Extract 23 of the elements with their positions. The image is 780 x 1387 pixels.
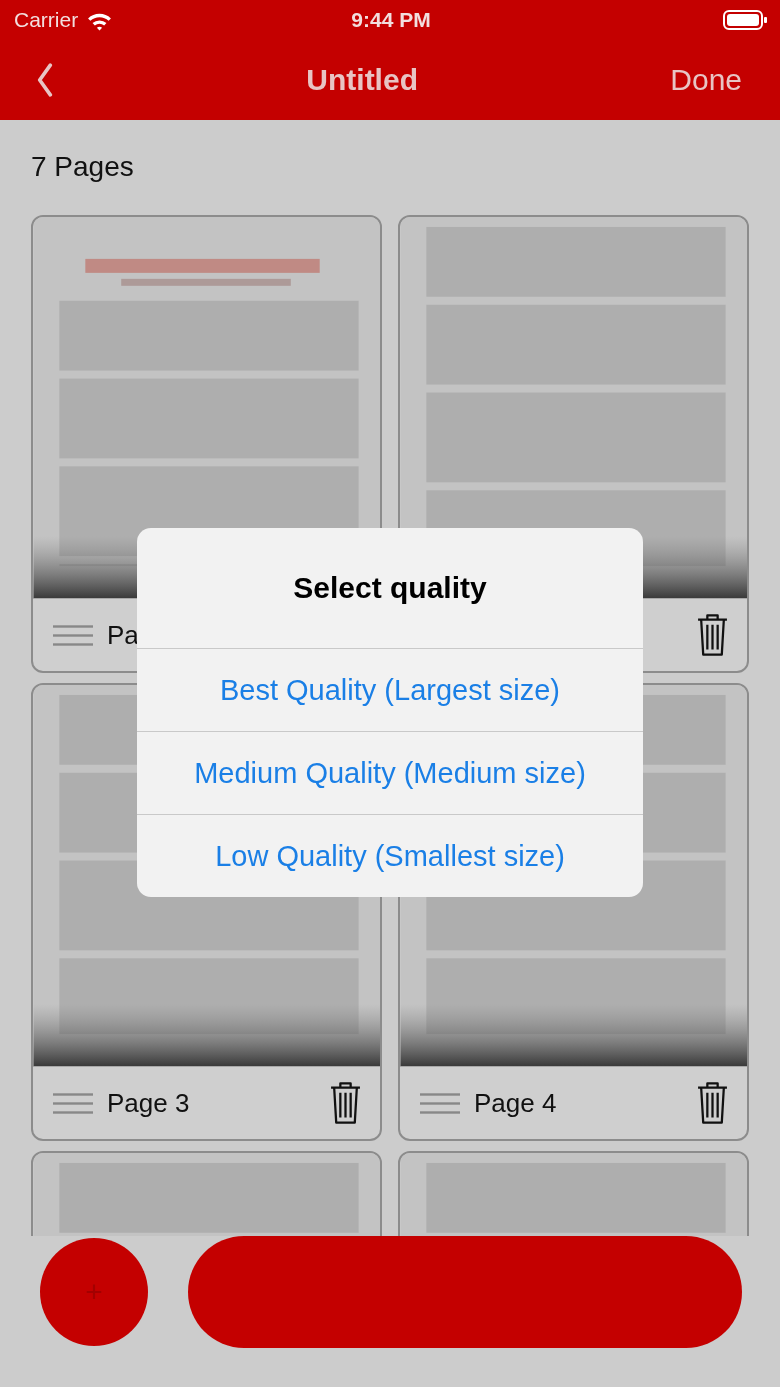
trash-icon: [329, 1081, 362, 1125]
trash-icon: [696, 1081, 729, 1125]
trash-icon: [696, 613, 729, 657]
screen-title: Untitled: [306, 63, 418, 97]
back-chevron-icon: [36, 63, 54, 97]
drag-handle-icon[interactable]: [420, 1092, 460, 1114]
delete-button[interactable]: [696, 613, 729, 657]
page-label: Page 3: [107, 1087, 190, 1119]
back-button[interactable]: [36, 63, 54, 97]
drag-handle-icon[interactable]: [53, 1092, 93, 1114]
page-label: Page 4: [474, 1087, 557, 1119]
page-count: 7 Pages: [31, 149, 135, 184]
clock-time: 9:44 PM: [351, 8, 431, 32]
delete-button[interactable]: [329, 1081, 362, 1125]
delete-button[interactable]: [696, 1081, 729, 1125]
quality-option[interactable]: Medium Quality (Medium size): [137, 731, 643, 814]
quality-option[interactable]: Best Quality (Largest size): [137, 648, 643, 731]
quality-option[interactable]: Low Quality (Smallest size): [137, 814, 643, 897]
page-label: Pa: [107, 619, 139, 651]
done-button[interactable]: Done: [670, 63, 742, 97]
drag-handle-icon[interactable]: [53, 624, 93, 646]
battery-icon: [723, 10, 768, 30]
carrier-name: Carrier: [14, 8, 79, 32]
